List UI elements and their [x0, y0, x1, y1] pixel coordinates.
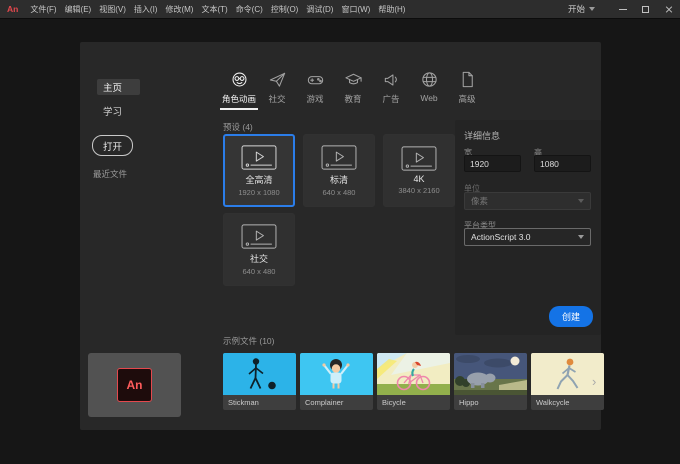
animate-branding-card: An: [88, 353, 181, 417]
tab-ads[interactable]: 广告: [372, 68, 410, 110]
presets-header: 预设 (4): [223, 122, 253, 132]
samples-header: 示例文件 (10): [223, 336, 275, 346]
height-input[interactable]: [534, 155, 591, 172]
maximize-button[interactable]: [634, 0, 657, 19]
menu-help[interactable]: 帮助(H): [374, 4, 409, 15]
workspace-switcher[interactable]: 开始: [568, 3, 595, 15]
menubar-right: 开始: [568, 0, 680, 18]
platform-value: ActionScript 3.0: [471, 232, 531, 242]
globe-icon: [421, 72, 437, 87]
sample-label: Complainer: [305, 398, 344, 407]
tab-label: 角色动画: [221, 94, 256, 104]
samples-scroll-right-icon[interactable]: ›: [592, 374, 596, 389]
tab-label: 游戏: [306, 94, 324, 104]
video-preset-icon: [241, 223, 277, 249]
character-animation-icon: [232, 72, 246, 87]
animate-logo-icon: An: [117, 368, 152, 402]
menubar: An 文件(F) 编辑(E) 视图(V) 插入(I) 修改(M) 文本(T) 命…: [0, 0, 680, 19]
menu-window[interactable]: 窗口(W): [337, 4, 374, 15]
maximize-icon: [642, 5, 649, 13]
tab-web[interactable]: Web: [410, 68, 448, 110]
preset-grid: 全高清 1920 x 1080 标清 640 x 480 4K 3840 x 2…: [223, 134, 457, 286]
menu-debug[interactable]: 调试(D): [302, 4, 337, 15]
tab-advanced[interactable]: 高级: [448, 68, 486, 110]
chevron-down-icon: [578, 235, 584, 239]
sample-label: Bicycle: [382, 398, 406, 407]
sample-label: Hippo: [459, 398, 479, 407]
chevron-down-icon: [589, 7, 595, 11]
video-preset-icon: [321, 144, 357, 170]
animate-start-window: An 文件(F) 编辑(E) 视图(V) 插入(I) 修改(M) 文本(T) 命…: [0, 0, 680, 464]
preset-card-4k[interactable]: 4K 3840 x 2160: [383, 134, 455, 207]
tab-social[interactable]: 社交: [258, 68, 296, 110]
preset-dimensions: 1920 x 1080: [238, 187, 280, 197]
menu-file[interactable]: 文件(F): [26, 4, 60, 15]
platform-select[interactable]: ActionScript 3.0: [464, 228, 591, 246]
menu-text[interactable]: 文本(T): [197, 4, 231, 15]
chevron-down-icon: [578, 199, 584, 203]
preset-card-sd[interactable]: 标清 640 x 480: [303, 134, 375, 207]
sample-card-hippo[interactable]: Hippo: [454, 353, 527, 410]
sample-card-stickman[interactable]: Stickman: [223, 353, 296, 410]
units-value: 像素: [471, 196, 489, 206]
preset-dimensions: 3840 x 2160: [398, 186, 440, 195]
tab-label: 广告: [382, 94, 400, 104]
tab-label: 教育: [344, 94, 362, 104]
preset-label: 4K: [413, 174, 425, 184]
open-button[interactable]: 打开: [92, 135, 134, 156]
complainer-thumbnail: [300, 353, 373, 395]
tab-label: 社交: [268, 94, 286, 104]
close-button[interactable]: [657, 0, 680, 19]
preset-label: 社交: [249, 253, 268, 264]
tab-label: Web: [420, 93, 438, 103]
samples-row: Stickman Complainer Bicycle Hippo Walkcy…: [223, 353, 672, 411]
close-icon: [665, 5, 673, 13]
video-preset-icon: [241, 144, 277, 170]
preset-card-social[interactable]: 社交 640 x 480: [223, 213, 295, 286]
preset-label: 全高清: [245, 174, 273, 185]
sample-card-complainer[interactable]: Complainer: [300, 353, 373, 410]
minimize-icon: [618, 8, 627, 10]
recent-files-label: 最近文件: [93, 169, 128, 179]
details-panel: 详细信息 宽 高 单位 像素 平台类型 ActionScript 3.0 创建: [455, 120, 601, 335]
menu-control[interactable]: 控制(O): [267, 4, 303, 15]
minimize-button[interactable]: [611, 0, 634, 19]
document-icon: [462, 71, 473, 88]
menu-view[interactable]: 视图(V): [95, 4, 130, 15]
home-panel: 主页 学习 打开 最近文件 An 角色动画 社交 游戏 教育 广告 Web 高级…: [80, 42, 604, 430]
width-input[interactable]: [464, 155, 521, 172]
stickman-thumbnail: [223, 353, 296, 395]
sidebar-item-home[interactable]: 主页: [97, 79, 140, 95]
megaphone-icon: [384, 74, 397, 86]
tab-label: 高级: [458, 94, 476, 104]
tab-education[interactable]: 教育: [334, 68, 372, 110]
preset-label: 标清: [329, 174, 348, 185]
gamepad-icon: [307, 76, 323, 85]
sample-label: Walkcycle: [536, 398, 570, 407]
sample-card-bicycle[interactable]: Bicycle: [377, 353, 450, 410]
paper-plane-icon: [269, 72, 285, 87]
units-select: 像素: [464, 192, 591, 210]
menu-edit[interactable]: 编辑(E): [61, 4, 96, 15]
menu-commands[interactable]: 命令(C): [232, 4, 267, 15]
preset-dimensions: 640 x 480: [322, 187, 356, 197]
tab-games[interactable]: 游戏: [296, 68, 334, 110]
preset-dimensions: 640 x 480: [242, 266, 276, 276]
graduation-cap-icon: [344, 73, 362, 85]
tab-character-animation[interactable]: 角色动画: [220, 68, 258, 110]
category-tabs: 角色动画 社交 游戏 教育 广告 Web 高级: [220, 68, 486, 110]
create-button[interactable]: 创建: [548, 306, 593, 327]
preset-card-fullhd[interactable]: 全高清 1920 x 1080: [223, 134, 295, 207]
menu-modify[interactable]: 修改(M): [161, 4, 197, 15]
sample-label: Stickman: [228, 398, 259, 407]
details-header: 详细信息: [464, 131, 501, 141]
bicycle-thumbnail: [377, 353, 450, 395]
hippo-thumbnail: [454, 353, 527, 395]
menu-insert[interactable]: 插入(I): [130, 4, 162, 15]
video-preset-icon: [401, 146, 437, 171]
app-logo-icon: An: [7, 4, 19, 14]
workspace-switcher-label: 开始: [567, 4, 585, 14]
sidebar-item-learn[interactable]: 学习: [103, 104, 122, 118]
